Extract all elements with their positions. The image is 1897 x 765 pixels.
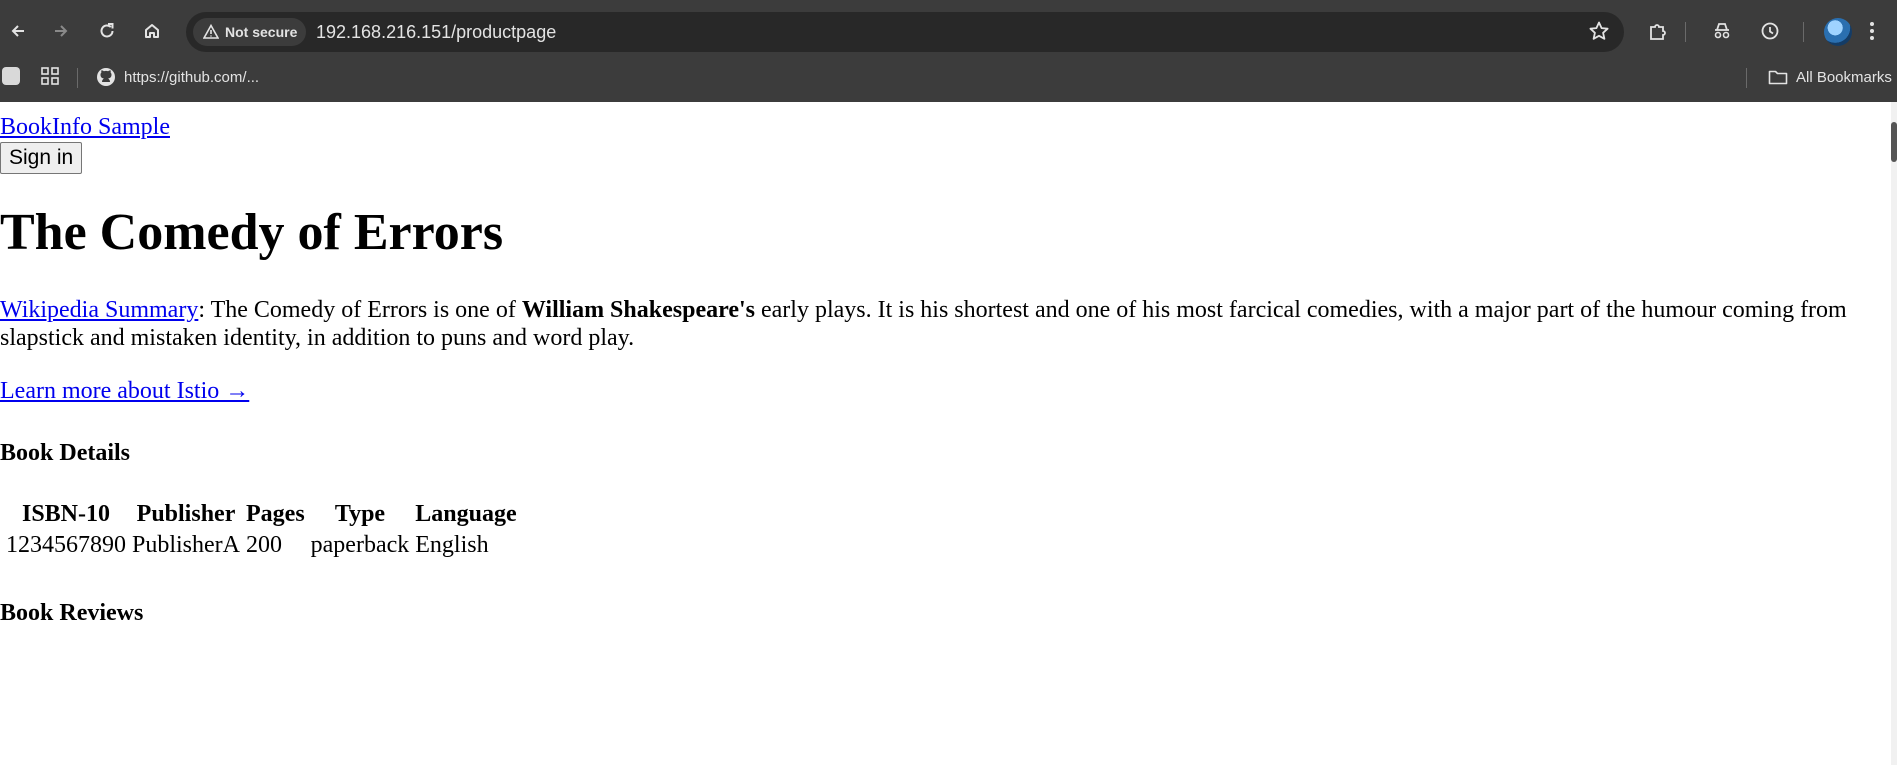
table-cell: paperback [310, 532, 410, 558]
url-text[interactable]: 192.168.216.151/productpage [316, 22, 556, 43]
summary-author: William Shakespeare's [521, 297, 755, 323]
incognito-icon [1714, 23, 1730, 39]
folder-icon [1768, 70, 1788, 85]
browser-menu-button[interactable] [1862, 15, 1882, 47]
column-header: Publisher [136, 501, 236, 527]
history-button[interactable] [1754, 15, 1786, 47]
book-details-heading: Book Details [0, 440, 131, 466]
brand-link[interactable]: BookInfo Sample [0, 114, 170, 141]
page-scrollbar[interactable] [1891, 102, 1897, 765]
extensions-button[interactable] [1642, 15, 1674, 47]
reload-button[interactable] [91, 15, 123, 47]
bookmark-star-icon[interactable] [1588, 20, 1610, 42]
table-cell: 1234567890 [6, 532, 126, 558]
arrow-right-icon [55, 25, 68, 37]
history-icon [1761, 22, 1779, 40]
reload-icon [100, 23, 114, 38]
address-bar[interactable]: Not secure 192.168.216.151/productpage [186, 12, 1624, 52]
bookmarks-bar: https://github.com/... All Bookmarks [0, 60, 1897, 94]
table-cell: English [415, 532, 489, 558]
book-summary: Wikipedia Summary: The Comedy of Errors … [0, 296, 1880, 352]
arrow-left-icon [11, 25, 24, 37]
all-bookmarks-label: All Bookmarks [1796, 68, 1892, 86]
app-icon[interactable] [2, 67, 20, 85]
back-button[interactable] [2, 15, 34, 47]
page-title: The Comedy of Errors [0, 204, 504, 261]
home-button[interactable] [136, 15, 168, 47]
puzzle-icon [1650, 24, 1666, 40]
table-cell: 200 [246, 532, 282, 558]
apps-grid-icon[interactable] [40, 66, 60, 86]
column-header: Type [334, 501, 386, 527]
all-bookmarks-button[interactable]: All Bookmarks [1768, 65, 1892, 89]
sign-in-button[interactable]: Sign in [0, 142, 83, 174]
toolbar-divider [1803, 22, 1804, 42]
browser-toolbar: Not secure 192.168.216.151/productpage [0, 8, 1897, 54]
security-label: Not secure [225, 24, 298, 40]
bookmark-item[interactable]: https://github.com/... [96, 65, 259, 89]
profile-avatar[interactable] [1824, 18, 1852, 46]
toolbar-divider [1685, 22, 1686, 42]
column-header: Pages [246, 501, 305, 527]
security-chip[interactable]: Not secure [193, 18, 306, 46]
book-details-table: ISBN-10 Publisher Pages Type Language 12… [2, 498, 521, 562]
bookmarks-divider [77, 68, 78, 88]
book-reviews-heading: Book Reviews [0, 600, 144, 626]
wikipedia-summary-link[interactable]: Wikipedia Summary [0, 297, 198, 323]
summary-text-before: : The Comedy of Errors is one of [198, 297, 522, 323]
more-vertical-icon [1870, 22, 1874, 40]
table-header-row: ISBN-10 Publisher Pages Type Language [4, 500, 519, 529]
scrollbar-thumb[interactable] [1891, 122, 1897, 162]
forward-button[interactable] [45, 15, 77, 47]
browser-chrome: Not secure 192.168.216.151/productpage h… [0, 0, 1897, 102]
bookmark-label: https://github.com/... [124, 68, 260, 86]
table-cell: PublisherA [132, 532, 240, 558]
warning-icon [203, 24, 219, 39]
page-viewport: BookInfo Sample Sign in The Comedy of Er… [0, 102, 1891, 765]
home-icon [145, 24, 159, 38]
learn-more-link[interactable]: Learn more about Istio → [0, 378, 249, 405]
github-icon [97, 68, 115, 86]
table-row: 1234567890 PublisherA 200 paperback Engl… [4, 531, 519, 560]
bookmarks-divider [1746, 68, 1747, 88]
column-header: Language [415, 501, 517, 527]
column-header: ISBN-10 [21, 501, 111, 527]
incognito-button[interactable] [1706, 15, 1738, 47]
